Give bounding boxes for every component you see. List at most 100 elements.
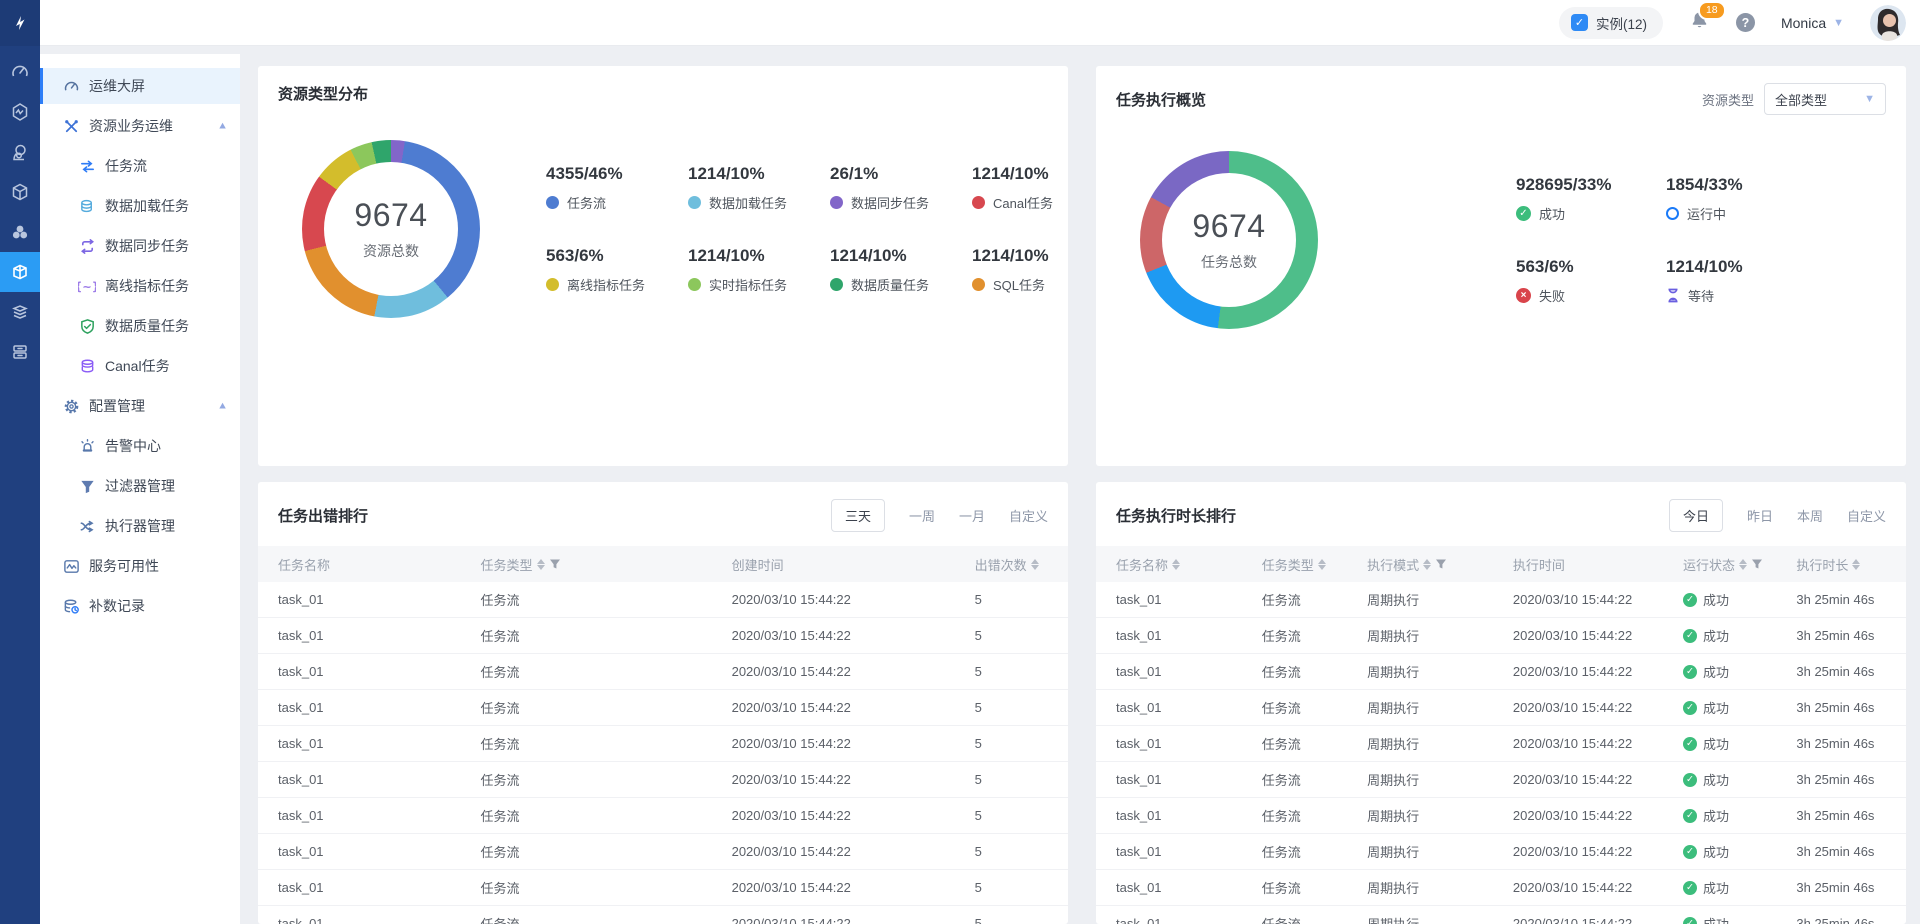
success-check-icon: ✓	[1683, 629, 1697, 643]
chevron-up-icon[interactable]: ▲	[217, 121, 228, 132]
sort-icon[interactable]	[1739, 559, 1747, 570]
sidebar-item-label: 执行器管理	[105, 516, 175, 536]
table-cell: 2020/03/10 15:44:22	[712, 628, 955, 643]
sidebar-item-data-sync[interactable]: 数据同步任务	[40, 226, 240, 266]
lightning-logo-icon	[10, 13, 30, 33]
table-cell: 周期执行	[1347, 590, 1493, 609]
sidebar-item-backfill-records[interactable]: 补数记录	[40, 586, 240, 626]
table-cell: task_01	[1096, 736, 1242, 751]
table-cell: ✓成功	[1663, 914, 1776, 924]
col-exec-mode: 执行模式	[1347, 555, 1493, 574]
braces-wave-icon: {~}	[78, 277, 96, 295]
notification-bell[interactable]: 18	[1689, 10, 1710, 36]
sort-icon[interactable]	[1318, 559, 1326, 570]
error-ranking-card: 任务出错排行 三天 一周 一月 自定义 任务名称 任务类型	[258, 482, 1068, 924]
table-cell: task_01	[258, 844, 461, 859]
rail-item-server[interactable]	[0, 332, 40, 372]
filter-custom[interactable]: 自定义	[1009, 506, 1048, 525]
sidebar-group-config[interactable]: 配置管理 ▲	[40, 386, 240, 426]
success-check-icon: ✓	[1683, 773, 1697, 787]
filter-one-week[interactable]: 一周	[909, 506, 935, 525]
chevron-up-icon[interactable]: ▲	[217, 401, 228, 412]
rail-item-cube[interactable]	[0, 172, 40, 212]
table-cell: 任务流	[461, 878, 712, 897]
table-cell: ✓成功	[1663, 806, 1776, 825]
table-cell: 5	[955, 736, 1068, 751]
table-cell: 3h 25min 46s	[1776, 844, 1906, 859]
table-cell: 任务流	[461, 734, 712, 753]
filter-custom[interactable]: 自定义	[1847, 506, 1886, 525]
table-cell: task_01	[258, 880, 461, 895]
table-cell: 2020/03/10 15:44:22	[1493, 736, 1663, 751]
alarm-siren-icon	[78, 437, 96, 455]
rail-item-cluster[interactable]	[0, 212, 40, 252]
filter-three-days[interactable]: 三天	[831, 499, 885, 532]
sidebar-item-ops-screen[interactable]: 运维大屏	[40, 68, 240, 104]
filter-funnel-icon[interactable]	[1751, 558, 1763, 570]
rail-item-dashboard[interactable]	[0, 52, 40, 92]
instance-button[interactable]: ✓ 实例(12)	[1559, 7, 1663, 39]
table-header-row: 任务名称 任务类型 创建时间 出错次数	[258, 546, 1068, 582]
table-row: task_01任务流2020/03/10 15:44:225	[258, 726, 1068, 762]
rail-item-ops-screen[interactable]	[0, 252, 40, 292]
check-circle-icon: ✓	[1516, 206, 1531, 221]
legend-item: 1214/10% Canal任务	[972, 164, 1068, 212]
table-cell: 3h 25min 46s	[1776, 664, 1906, 679]
resource-type-select[interactable]: 全部类型 ▼	[1764, 83, 1886, 115]
table-cell: 2020/03/10 15:44:22	[712, 592, 955, 607]
sort-icon[interactable]	[1031, 559, 1039, 570]
duration-ranking-card: 任务执行时长排行 今日 昨日 本周 自定义 任务名称	[1096, 482, 1906, 924]
filter-one-month[interactable]: 一月	[959, 506, 985, 525]
error-ranking-table: 任务名称 任务类型 创建时间 出错次数 task_01任务流2020/03/10…	[258, 546, 1068, 924]
sort-icon[interactable]	[537, 559, 545, 570]
filter-funnel-icon[interactable]	[1435, 558, 1447, 570]
sidebar: 运维大屏 资源业务运维 ▲ 任务流 数据加载任务	[40, 54, 240, 924]
rail-item-ai[interactable]	[0, 132, 40, 172]
sidebar-group-resource-ops[interactable]: 资源业务运维 ▲	[40, 106, 240, 146]
server-icon	[10, 342, 30, 362]
col-error-count: 出错次数	[955, 555, 1068, 574]
card-title: 资源类型分布	[278, 83, 368, 104]
table-cell: ✓成功	[1663, 878, 1776, 897]
table-row: task_01任务流2020/03/10 15:44:225	[258, 906, 1068, 924]
sidebar-item-alert-center[interactable]: 告警中心	[40, 426, 240, 466]
table-cell: ✓成功	[1663, 590, 1776, 609]
user-menu[interactable]: Monica ▼	[1781, 15, 1844, 31]
legend-dot	[688, 196, 701, 209]
resource-donut-chart: 9674 资源总数	[302, 140, 480, 318]
sidebar-item-canal-task[interactable]: Canal任务	[40, 346, 240, 386]
sidebar-wrap: 运维大屏 资源业务运维 ▲ 任务流 数据加载任务	[40, 46, 240, 924]
table-cell: 任务流	[1242, 878, 1347, 897]
filter-yesterday[interactable]: 昨日	[1747, 506, 1773, 525]
filter-this-week[interactable]: 本周	[1797, 506, 1823, 525]
table-cell: 任务流	[1242, 770, 1347, 789]
sidebar-item-filter-mgmt[interactable]: 过滤器管理	[40, 466, 240, 506]
sidebar-item-task-flow[interactable]: 任务流	[40, 146, 240, 186]
sort-icon[interactable]	[1852, 559, 1860, 570]
sidebar-item-data-quality[interactable]: 数据质量任务	[40, 306, 240, 346]
content-area: 资源类型分布 9674 资源总数 4355/46% 任务流	[240, 46, 1920, 924]
sidebar-item-data-load[interactable]: 数据加载任务	[40, 186, 240, 226]
sidebar-item-service-availability[interactable]: 服务可用性	[40, 546, 240, 586]
app-root: ✓ 实例(12) 18 ? Monica ▼ 运维	[0, 0, 1920, 924]
filter-today[interactable]: 今日	[1669, 499, 1723, 532]
success-check-icon: ✓	[1683, 701, 1697, 715]
sidebar-item-offline-metric[interactable]: {~} 离线指标任务	[40, 266, 240, 306]
sidebar-item-executor-mgmt[interactable]: 执行器管理	[40, 506, 240, 546]
table-cell: 2020/03/10 15:44:22	[712, 880, 955, 895]
rail-item-monitor[interactable]	[0, 92, 40, 132]
table-cell: task_01	[1096, 664, 1242, 679]
table-cell: 周期执行	[1347, 806, 1493, 825]
rail-item-layers[interactable]	[0, 292, 40, 332]
sidebar-item-label: 数据质量任务	[105, 316, 189, 336]
table-row: task_01任务流周期执行2020/03/10 15:44:22✓成功3h 2…	[1096, 762, 1906, 798]
sort-icon[interactable]	[1423, 559, 1431, 570]
filter-funnel-icon[interactable]	[549, 558, 561, 570]
table-cell: task_01	[258, 628, 461, 643]
table-row: task_01任务流周期执行2020/03/10 15:44:22✓成功3h 2…	[1096, 654, 1906, 690]
table-cell: 3h 25min 46s	[1776, 628, 1906, 643]
sort-icon[interactable]	[1172, 559, 1180, 570]
help-icon[interactable]: ?	[1736, 13, 1755, 32]
avatar[interactable]	[1870, 5, 1906, 41]
robot-head-icon	[10, 142, 30, 162]
